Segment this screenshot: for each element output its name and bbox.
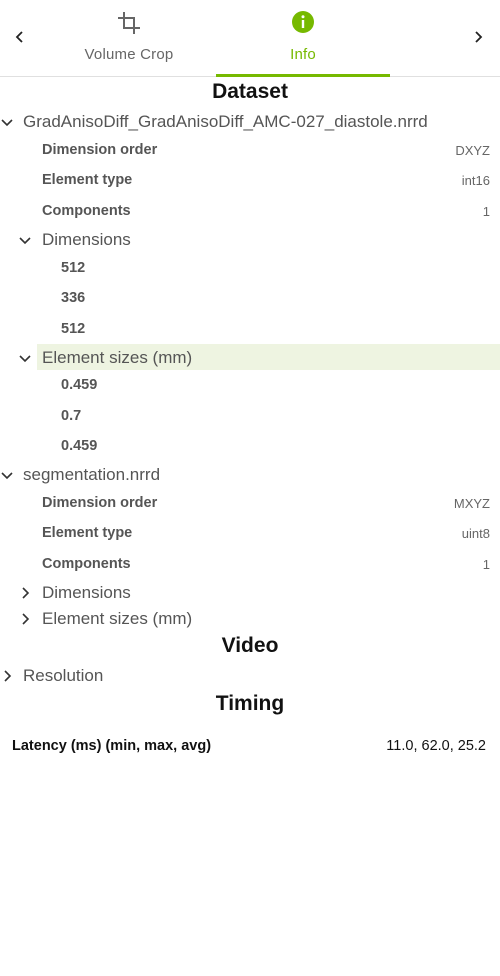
property-value: int16: [461, 173, 490, 188]
crop-icon: [117, 11, 141, 35]
element-sizes-label: Element sizes (mm): [42, 609, 193, 628]
tab-volume-crop-label: Volume Crop: [84, 46, 174, 63]
property-key: Components: [42, 556, 131, 572]
dimension-value: 512: [61, 321, 86, 337]
chevron-down-icon[interactable]: [18, 233, 32, 247]
volume-name: segmentation.nrrd: [23, 465, 161, 484]
resolution-label: Resolution: [23, 666, 104, 685]
element-sizes-label: Element sizes (mm): [42, 348, 193, 367]
list-item: 336: [0, 283, 500, 313]
latency-value: 11.0, 62.0, 25.2: [386, 738, 486, 754]
chevron-down-icon[interactable]: [18, 351, 32, 365]
property-row: Dimension order MXYZ: [0, 488, 500, 518]
list-item: 512: [0, 314, 500, 344]
property-key: Dimension order: [42, 495, 158, 511]
property-value: DXYZ: [455, 143, 490, 158]
property-value: MXYZ: [453, 496, 490, 511]
property-key: Dimension order: [42, 142, 158, 158]
chevron-right-icon[interactable]: [0, 669, 14, 683]
property-key: Element type: [42, 172, 133, 188]
dataset-heading: Dataset: [212, 80, 288, 103]
volume-node[interactable]: GradAnisoDiff_GradAnisoDiff_AMC-027_dias…: [0, 107, 500, 137]
dimensions-label: Dimensions: [42, 583, 131, 602]
element-size-value: 0.459: [61, 438, 98, 454]
resolution-node[interactable]: Resolution: [0, 661, 500, 691]
tab-bar: Volume Crop Info: [0, 0, 500, 77]
dimension-value: 512: [61, 260, 86, 276]
property-row: Dimension order DXYZ: [0, 135, 500, 165]
tab-volume-crop[interactable]: Volume Crop: [42, 0, 216, 77]
dimension-value: 336: [61, 290, 86, 306]
chevron-down-icon[interactable]: [0, 115, 14, 129]
element-size-value: 0.7: [61, 408, 82, 424]
list-item: 0.459: [0, 370, 500, 400]
property-row: Element type uint8: [0, 518, 500, 548]
chevron-down-icon[interactable]: [0, 468, 14, 482]
dimensions-node[interactable]: Dimensions: [0, 225, 500, 255]
property-value: 1: [482, 204, 490, 219]
tab-info-label: Info: [290, 46, 316, 63]
element-sizes-node[interactable]: Element sizes (mm): [0, 343, 500, 373]
volume-node[interactable]: segmentation.nrrd: [0, 460, 500, 490]
chevron-right-icon[interactable]: [18, 612, 32, 626]
property-row: Components 1: [0, 549, 500, 579]
property-row: Components 1: [0, 196, 500, 226]
info-icon: [291, 11, 315, 35]
chevron-left-icon[interactable]: [10, 25, 30, 49]
property-row: Element type int16: [0, 165, 500, 195]
property-value: uint8: [461, 526, 490, 541]
element-size-value: 0.459: [61, 377, 98, 393]
list-item: 512: [0, 253, 500, 283]
property-key: Components: [42, 203, 131, 219]
video-heading: Video: [221, 634, 279, 657]
list-item: 0.7: [0, 401, 500, 431]
property-key: Element type: [42, 525, 133, 541]
chevron-right-icon[interactable]: [18, 586, 32, 600]
active-tab-indicator: [216, 74, 390, 77]
chevron-right-icon[interactable]: [468, 25, 488, 49]
volume-name: GradAnisoDiff_GradAnisoDiff_AMC-027_dias…: [23, 112, 428, 131]
property-value: 1: [482, 557, 490, 572]
list-item: 0.459: [0, 431, 500, 461]
element-sizes-node[interactable]: Element sizes (mm): [0, 604, 500, 634]
dimensions-label: Dimensions: [42, 230, 131, 249]
tab-info[interactable]: Info: [216, 0, 390, 77]
latency-label: Latency (ms) (min, max, avg): [12, 738, 212, 754]
timing-heading: Timing: [215, 692, 285, 715]
